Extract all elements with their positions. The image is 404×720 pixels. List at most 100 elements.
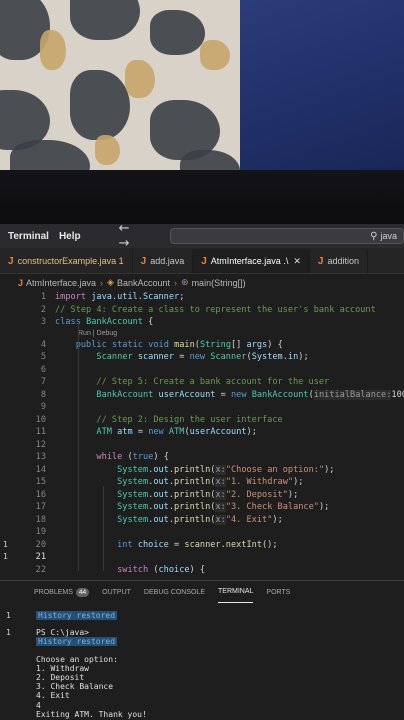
terminal-line: History restored <box>36 637 118 647</box>
line-number: 11 <box>35 427 46 437</box>
fabric-pattern <box>0 0 240 182</box>
photo-background <box>0 0 404 182</box>
menu-help[interactable]: Help <box>59 231 81 242</box>
line-number: 13 <box>35 452 46 462</box>
problems-count-badge: 44 <box>75 587 90 597</box>
code-line: 4 public static void main(String[] args)… <box>0 339 404 352</box>
tab-label: AtmInterface.java .\ <box>210 256 289 266</box>
code-text: // Step 4: Create a class to represent t… <box>55 304 376 315</box>
editor-tab[interactable]: Jaddition <box>310 249 368 273</box>
panel-tab-debug-console[interactable]: DEBUG CONSOLE <box>144 581 205 603</box>
chevron-right-icon: › <box>100 277 104 288</box>
indent-guide <box>103 486 104 571</box>
panel-tab-label: OUTPUT <box>102 588 131 596</box>
breadcrumb: J AtmInterface.java › ◈ BankAccount › ⊛ … <box>0 274 404 291</box>
code-text: System.out.println(x:"2. Deposit"); <box>117 489 299 500</box>
code-text: System.out.println(x:"3. Check Balance")… <box>117 502 330 512</box>
line-number: 18 <box>35 514 46 525</box>
code-text: case 1: <box>55 576 174 577</box>
search-text: java <box>380 231 397 241</box>
code-line: 14 System.out.println(x:"Choose an optio… <box>0 464 404 477</box>
history-restored-banner: History restored <box>36 611 118 620</box>
panel-tab-terminal[interactable]: TERMINAL <box>218 581 254 603</box>
line-number: 4 <box>40 339 46 350</box>
tab-label: addition <box>327 256 359 266</box>
line-number: 17 <box>35 502 46 512</box>
panel-tab-label: PORTS <box>266 588 291 596</box>
panel-tab-label: TERMINAL <box>218 588 254 595</box>
panel-tab-ports[interactable]: PORTS <box>266 581 290 603</box>
code-text: System.out.println(x:"Choose an option:"… <box>117 464 335 475</box>
line-number: 19 <box>35 527 46 537</box>
line-number: 1 <box>40 292 46 302</box>
line-number: 12 <box>35 439 46 450</box>
terminal-line: 4. Exit <box>36 691 70 701</box>
class-icon: ◈ <box>107 277 114 287</box>
line-number: 14 <box>35 464 46 475</box>
terminal-text: Exiting ATM. Thank you! <box>36 709 147 719</box>
code-line: 6 <box>0 364 404 377</box>
code-line: 11 ATM atm = new ATM(userAccount); <box>0 426 404 439</box>
code-line: 3 class BankAccount { <box>0 316 404 329</box>
code-text: int choice = scanner.nextInt(); <box>117 539 278 550</box>
code-text: System.out.println(x:"4. Exit"); <box>117 514 283 525</box>
terminal-text: PS C:\java> <box>36 628 89 638</box>
command-search-box[interactable]: ⚲ java <box>170 228 404 244</box>
code-text: BankAccount userAccount = new BankAccoun… <box>96 389 404 400</box>
breadcrumb-class[interactable]: BankAccount <box>117 278 170 288</box>
java-file-icon: J <box>18 277 24 288</box>
code-text: // Step 5: Create a bank account for the… <box>96 377 330 387</box>
code-editor[interactable]: 1 import java.util.Scanner; 2 // Step 4: Cr… <box>0 291 404 577</box>
editor-tab[interactable]: Jadd.java <box>133 249 194 273</box>
laptop-bezel <box>0 170 404 226</box>
breadcrumb-file[interactable]: AtmInterface.java <box>26 278 96 288</box>
line-number: 2 <box>40 304 46 315</box>
terminal-text: 4 <box>36 700 41 710</box>
panel-tab-output[interactable]: OUTPUT <box>102 581 131 603</box>
terminal-line: Exiting ATM. Thank you! <box>36 710 147 720</box>
line-number: 8 <box>40 389 46 400</box>
line-number: 20 <box>35 539 46 550</box>
line-number: 5 <box>40 352 46 362</box>
terminal-marker: 1 <box>6 628 11 638</box>
code-line: 7 // Step 5: Create a bank account for t… <box>0 376 404 389</box>
menu-bar: Terminal Help ← → ⚲ java <box>0 221 404 251</box>
gutter-marker: 1 <box>3 539 8 549</box>
line-number: 6 <box>40 364 46 375</box>
terminal-text: 3. Check Balance <box>36 682 114 692</box>
method-icon: ⊛ <box>181 277 189 287</box>
menu-terminal[interactable]: Terminal <box>8 231 49 242</box>
close-icon[interactable]: ✕ <box>293 256 301 267</box>
java-file-icon: J <box>201 255 207 267</box>
tab-label: add.java <box>150 256 185 266</box>
code-line: 1 import java.util.Scanner; <box>0 291 404 304</box>
code-line: 2 // Step 4: Create a class to represent … <box>0 304 404 317</box>
editor-tab[interactable]: JconstructorExample.java 1 <box>0 249 133 273</box>
nav-arrows[interactable]: ← → <box>119 221 158 251</box>
code-text: while (true) { <box>96 452 169 462</box>
history-restored-banner: History restored <box>36 637 118 647</box>
panel-tab-problems[interactable]: PROBLEMS 44 <box>34 581 90 603</box>
codelens-run-debug[interactable]: Run | Debug <box>78 329 117 339</box>
code-text: class BankAccount { <box>55 317 154 327</box>
terminal-text: 4. Exit <box>36 691 70 701</box>
code-line: 17 System.out.println(x:"3. Check Balanc… <box>0 501 404 514</box>
code-line: 1 21 <box>0 551 404 564</box>
code-line: 15 System.out.println(x:"1. Withdraw"); <box>0 476 404 489</box>
chevron-right-icon: › <box>174 277 178 288</box>
search-icon: ⚲ <box>370 230 378 242</box>
terminal-output[interactable]: 1 History restored 1 PS C:\java> History res… <box>0 603 404 720</box>
code-text: System.out.println(x:"1. Withdraw"); <box>117 477 304 487</box>
java-file-icon: J <box>8 255 14 267</box>
code-line: 16 System.out.println(x:"2. Deposit"); <box>0 489 404 502</box>
editor-tab[interactable]: J AtmInterface.java .\ ✕ <box>193 249 310 273</box>
code-text: ATM atm = new ATM(userAccount); <box>96 427 257 437</box>
code-line: 23 case 1: <box>0 576 404 577</box>
line-number: 16 <box>35 489 46 500</box>
editor-tabs: JconstructorExample.java 1 Jadd.java J AtmI… <box>0 248 404 274</box>
vscode-window: Terminal Help ← → ⚲ java JconstructorExa… <box>0 221 404 720</box>
code-text: public static void main(String[] args) { <box>75 339 283 350</box>
line-number: 10 <box>35 414 46 425</box>
breadcrumb-method[interactable]: main(String[]) <box>192 278 246 288</box>
code-line: 9 <box>0 401 404 414</box>
